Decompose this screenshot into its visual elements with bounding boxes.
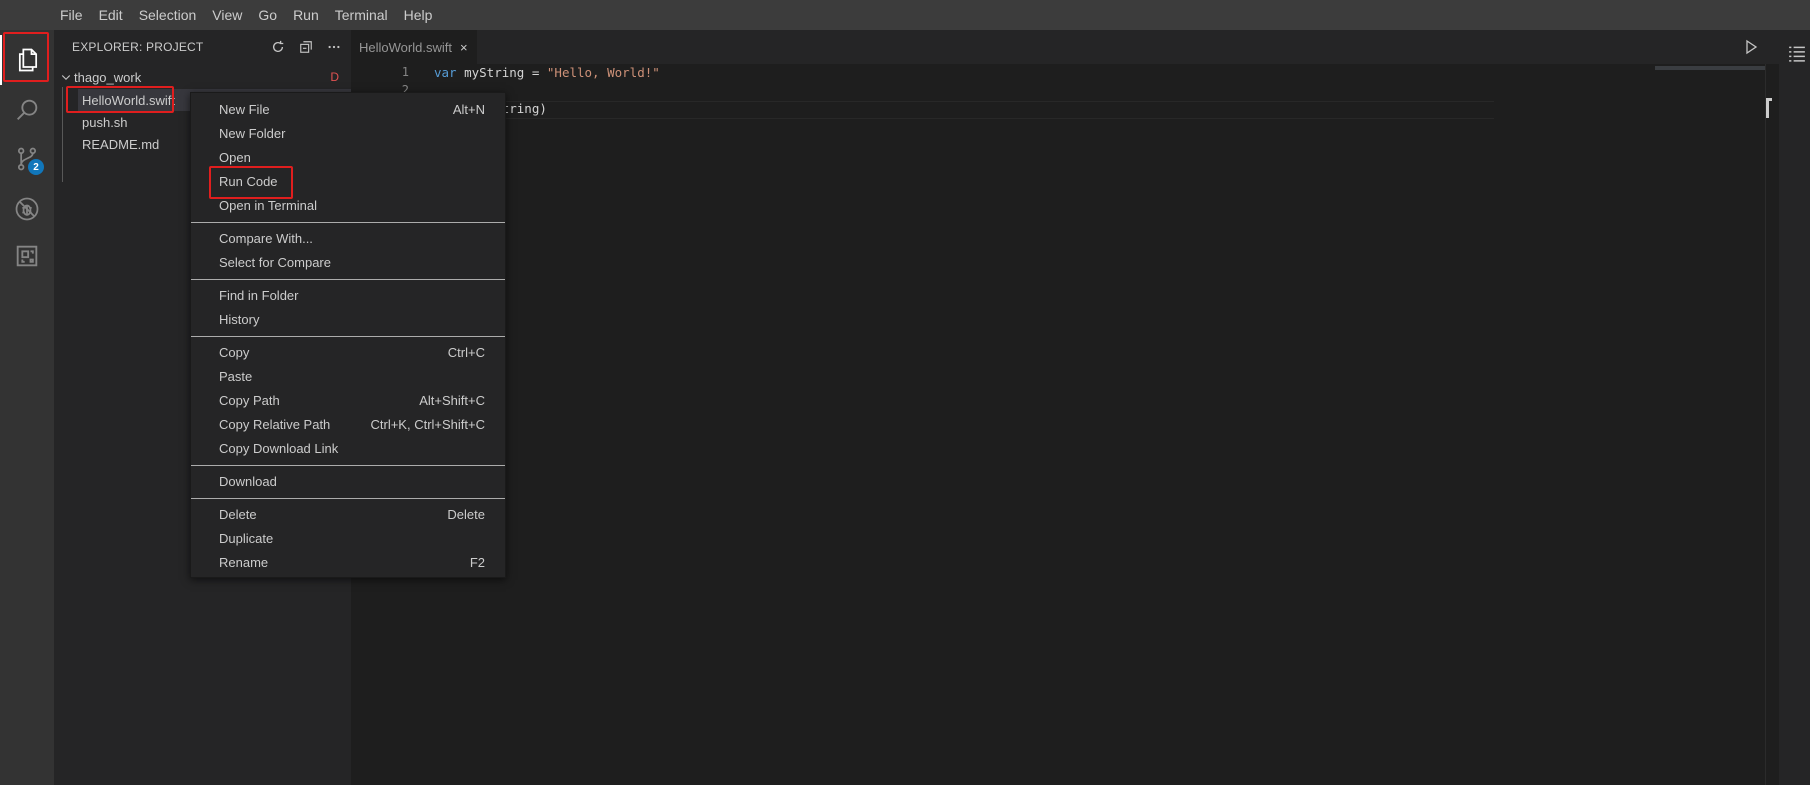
menu-select-for-compare[interactable]: Select for Compare [191, 250, 505, 274]
file-label: README.md [82, 136, 160, 152]
menu-download[interactable]: Download [191, 469, 505, 493]
menu-separator [191, 498, 505, 499]
menu-help[interactable]: Help [396, 0, 441, 30]
menu-copy-download-link[interactable]: Copy Download Link [191, 436, 505, 460]
string-token: "Hello, World!" [546, 65, 660, 80]
collapse-all-icon[interactable] [297, 38, 315, 56]
menu-item-label: Copy Path [219, 392, 280, 408]
menu-item-shortcut: Alt+N [452, 101, 485, 117]
menu-separator [191, 222, 505, 223]
menu-item-label: Paste [219, 368, 253, 384]
debug-icon [15, 197, 39, 221]
menu-item-label: Duplicate [219, 530, 274, 546]
menu-item-shortcut: Delete [447, 506, 485, 522]
menu-separator [191, 279, 505, 280]
menu-item-label: Run Code [219, 173, 278, 189]
menu-item-label: Open [219, 149, 251, 165]
current-line-highlight [434, 101, 1494, 119]
menu-history[interactable]: History [191, 307, 505, 331]
menu-copy-path[interactable]: Copy Path Alt+Shift+C [191, 388, 505, 412]
files-icon [18, 48, 38, 72]
outline-panel [1779, 30, 1810, 785]
menu-item-shortcut: F2 [469, 554, 485, 570]
menu-edit[interactable]: Edit [91, 0, 131, 30]
menu-item-label: Compare With... [219, 230, 313, 246]
activity-bar: 2 [0, 30, 54, 785]
menu-item-label: Copy [219, 344, 250, 360]
menu-paste[interactable]: Paste [191, 364, 505, 388]
minimap[interactable] [1655, 66, 1765, 70]
folder-thago-work[interactable]: thago_work D [54, 67, 351, 87]
menu-item-label: Delete [219, 506, 257, 522]
menu-item-shortcut: Ctrl+C [447, 344, 485, 360]
menu-run-code[interactable]: Run Code [191, 169, 505, 193]
tab-label: HelloWorld.swift [359, 39, 452, 55]
refresh-icon[interactable] [269, 38, 287, 56]
code-line-1: var myString = "Hello, World!" [434, 65, 660, 80]
editor-tabs: HelloWorld.swift × [351, 30, 1810, 64]
menu-item-label: Download [219, 473, 277, 489]
source-control-activity-button[interactable]: 2 [0, 134, 54, 184]
folder-label: thago_work [74, 69, 142, 85]
menu-item-label: New Folder [219, 125, 286, 141]
menu-copy[interactable]: Copy Ctrl+C [191, 340, 505, 364]
menu-item-label: History [219, 311, 260, 327]
menu-duplicate[interactable]: Duplicate [191, 526, 505, 550]
menu-item-label: Rename [219, 554, 269, 570]
list-icon[interactable] [1787, 44, 1807, 62]
menu-delete[interactable]: Delete Delete [191, 502, 505, 526]
menu-separator [191, 336, 505, 337]
run-button[interactable] [1740, 36, 1762, 58]
code-token: myString = [456, 65, 547, 80]
source-control-badge: 2 [28, 159, 44, 175]
folder-status: D [330, 70, 339, 84]
editor-scrollbar[interactable] [1765, 64, 1779, 785]
menu-open[interactable]: Open [191, 145, 505, 169]
overview-ruler-mark [1766, 98, 1772, 118]
extensions-activity-button[interactable] [0, 231, 54, 281]
tab-helloworld-swift[interactable]: HelloWorld.swift × [351, 30, 477, 64]
keyword-token: var [434, 65, 457, 80]
file-label: push.sh [82, 114, 128, 130]
menu-item-label: Copy Relative Path [219, 416, 331, 432]
menu-item-label: Open in Terminal [219, 197, 318, 213]
menu-open-in-terminal[interactable]: Open in Terminal [191, 193, 505, 217]
debug-activity-button[interactable] [0, 184, 54, 234]
menu-item-shortcut: Ctrl+K, Ctrl+Shift+C [370, 416, 485, 432]
menu-run[interactable]: Run [285, 0, 327, 30]
more-actions-icon[interactable] [325, 38, 343, 56]
menu-item-shortcut: Alt+Shift+C [419, 392, 485, 408]
menu-terminal[interactable]: Terminal [327, 0, 396, 30]
menu-new-folder[interactable]: New Folder [191, 121, 505, 145]
explorer-actions [269, 38, 343, 56]
search-activity-button[interactable] [0, 85, 54, 135]
extensions-icon [16, 245, 38, 267]
menu-rename[interactable]: Rename F2 [191, 550, 505, 574]
chevron-down-icon [58, 69, 74, 85]
indent-guide [62, 87, 63, 182]
menu-item-label: Find in Folder [219, 287, 299, 303]
menu-compare-with[interactable]: Compare With... [191, 226, 505, 250]
menu-go[interactable]: Go [250, 0, 285, 30]
close-icon[interactable]: × [460, 40, 468, 55]
menu-file[interactable]: File [52, 0, 91, 30]
search-icon [17, 99, 38, 120]
code-editor[interactable]: 1 2 3 var myString = "Hello, World!" pri… [351, 64, 1766, 785]
menu-item-label: Copy Download Link [219, 440, 339, 456]
context-menu: New File Alt+N New Folder Open Run Code … [190, 92, 506, 578]
file-label: HelloWorld.swift [82, 92, 175, 108]
menu-find-in-folder[interactable]: Find in Folder [191, 283, 505, 307]
line-number: 1 [401, 65, 409, 79]
menu-new-file[interactable]: New File Alt+N [191, 97, 505, 121]
play-icon [1746, 39, 1758, 55]
explorer-activity-button[interactable] [0, 35, 54, 85]
menubar: File Edit Selection View Go Run Terminal… [0, 0, 1810, 30]
menu-item-label: New File [219, 101, 270, 117]
menu-view[interactable]: View [204, 0, 250, 30]
menu-separator [191, 465, 505, 466]
menu-selection[interactable]: Selection [131, 0, 205, 30]
menu-copy-relative-path[interactable]: Copy Relative Path Ctrl+K, Ctrl+Shift+C [191, 412, 505, 436]
menu-item-label: Select for Compare [219, 254, 331, 270]
